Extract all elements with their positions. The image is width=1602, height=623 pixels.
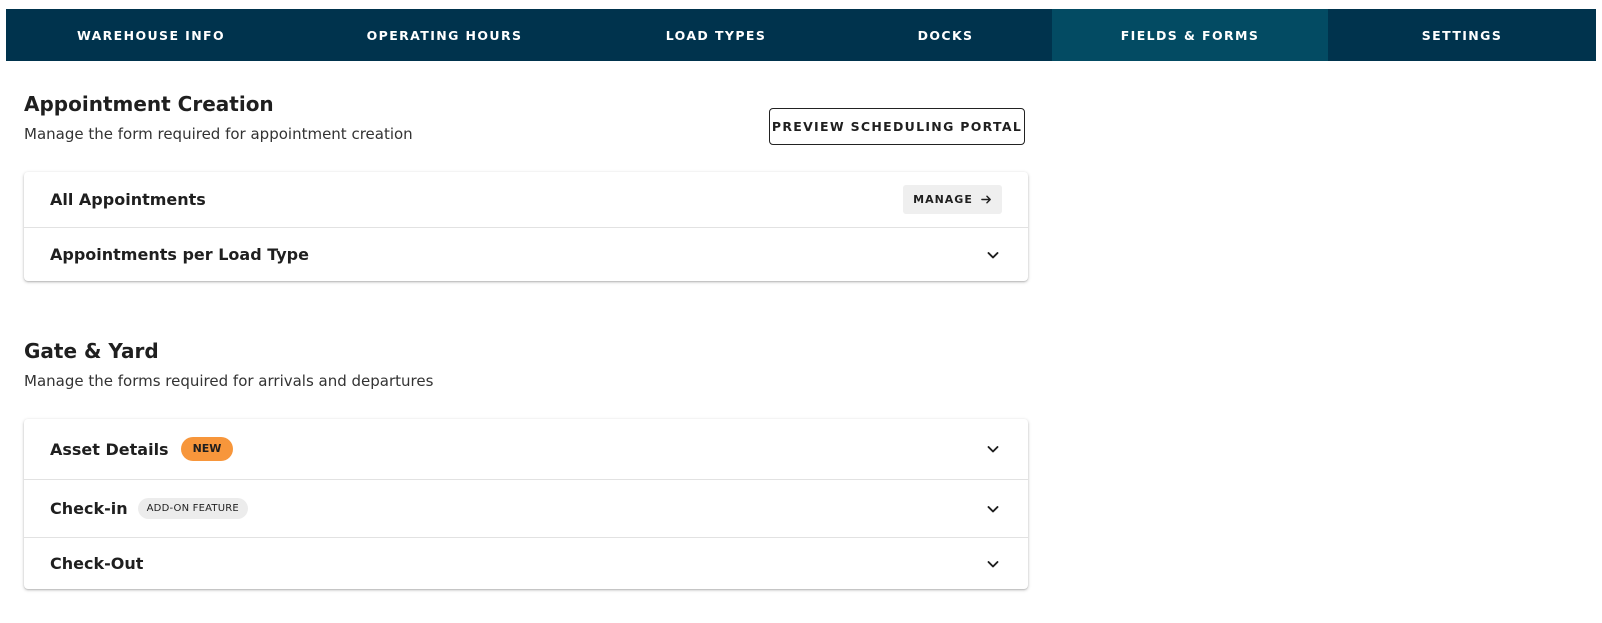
appointment-creation-card: All Appointments MANAGE Appointments per… bbox=[24, 172, 1028, 281]
gate-yard-title: Gate & Yard bbox=[24, 339, 159, 363]
tab-load-types[interactable]: LOAD TYPES bbox=[593, 9, 839, 61]
asset-details-row[interactable]: Asset Details NEW bbox=[24, 419, 1028, 480]
asset-details-label: Asset Details bbox=[50, 439, 169, 459]
gate-yard-subtitle: Manage the forms required for arrivals a… bbox=[24, 372, 434, 390]
tab-bar: WAREHOUSE INFO OPERATING HOURS LOAD TYPE… bbox=[6, 9, 1596, 61]
all-appointments-row: All Appointments MANAGE bbox=[24, 172, 1028, 228]
tab-operating-hours[interactable]: OPERATING HOURS bbox=[296, 9, 593, 61]
tab-settings[interactable]: SETTINGS bbox=[1328, 9, 1596, 61]
appointments-per-load-type-row[interactable]: Appointments per Load Type bbox=[24, 228, 1028, 281]
app-frame: WAREHOUSE INFO OPERATING HOURS LOAD TYPE… bbox=[6, 9, 1596, 623]
chevron-down-icon[interactable] bbox=[986, 557, 1000, 571]
tab-warehouse-info[interactable]: WAREHOUSE INFO bbox=[6, 9, 296, 61]
check-out-label: Check-Out bbox=[50, 554, 144, 573]
arrow-right-icon bbox=[981, 195, 991, 204]
check-in-label: Check-in bbox=[50, 499, 128, 518]
chevron-down-icon[interactable] bbox=[986, 442, 1000, 456]
preview-scheduling-portal-button[interactable]: PREVIEW SCHEDULING PORTAL bbox=[769, 108, 1025, 145]
appointment-creation-subtitle: Manage the form required for appointment… bbox=[24, 125, 413, 143]
chevron-down-icon[interactable] bbox=[986, 502, 1000, 516]
new-badge: NEW bbox=[180, 437, 234, 461]
check-out-row[interactable]: Check-Out bbox=[24, 538, 1028, 589]
gate-yard-card: Asset Details NEW Check-in ADD-ON FEATUR… bbox=[24, 419, 1028, 589]
chevron-down-icon[interactable] bbox=[986, 248, 1000, 262]
appointments-per-load-type-label: Appointments per Load Type bbox=[50, 245, 309, 264]
manage-button[interactable]: MANAGE bbox=[903, 185, 1002, 214]
tab-docks[interactable]: DOCKS bbox=[839, 9, 1052, 61]
add-on-feature-badge: ADD-ON FEATURE bbox=[137, 498, 248, 519]
tab-fields-forms[interactable]: FIELDS & FORMS bbox=[1052, 9, 1328, 61]
manage-label: MANAGE bbox=[913, 193, 973, 206]
check-in-row[interactable]: Check-in ADD-ON FEATURE bbox=[24, 480, 1028, 538]
appointment-creation-title: Appointment Creation bbox=[24, 92, 274, 116]
all-appointments-label: All Appointments bbox=[50, 190, 206, 209]
